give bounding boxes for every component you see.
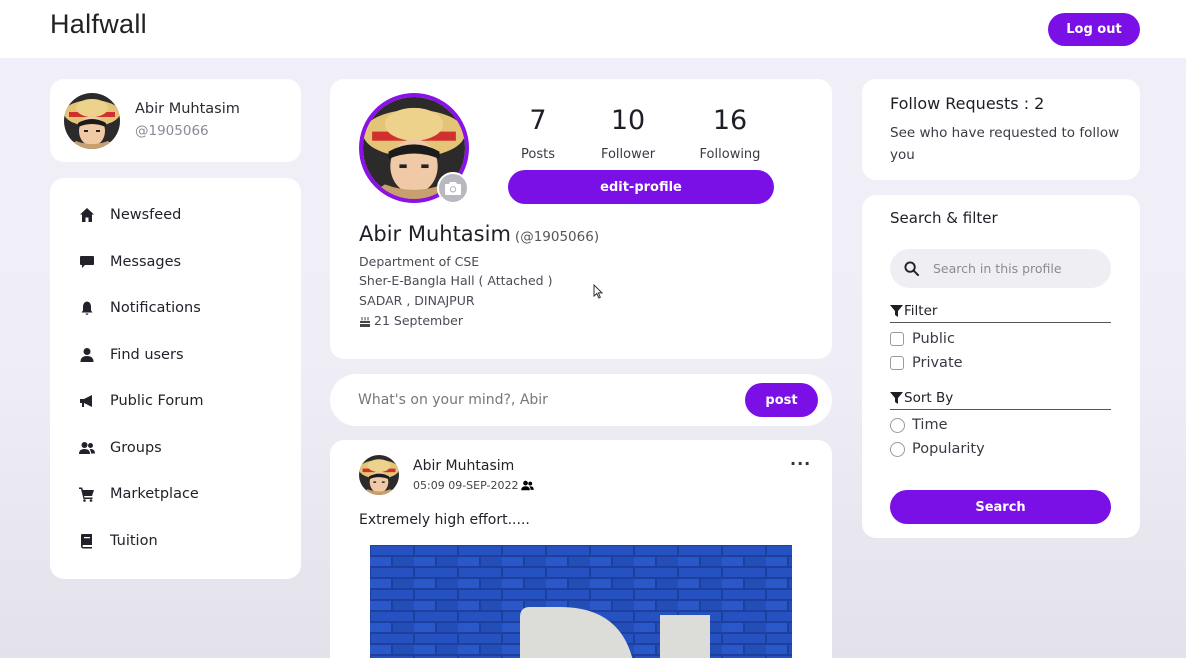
bell-icon: [78, 299, 96, 317]
cart-icon: [78, 485, 96, 503]
camera-icon: [445, 181, 461, 195]
filter-option-private[interactable]: Private: [890, 355, 963, 371]
filter-heading-label: Filter: [904, 303, 938, 319]
post-author[interactable]: Abir Muhtasim: [413, 458, 514, 474]
profile-hall: Sher-E-Bangla Hall ( Attached ): [359, 273, 553, 288]
stat-posts[interactable]: 7 Posts: [493, 105, 583, 162]
stat-value: 16: [712, 105, 748, 136]
sidebar-item-label: Newsfeed: [110, 207, 182, 223]
sidebar-item-newsfeed[interactable]: Newsfeed: [78, 203, 181, 227]
logout-button[interactable]: Log out: [1048, 13, 1140, 46]
post-text: Extremely high effort.....: [359, 512, 530, 528]
filter-heading: Filter: [890, 303, 1111, 323]
sort-option-label: Popularity: [912, 441, 985, 457]
profile-name: Abir Muhtasim (@1905066): [359, 222, 599, 246]
audience-friends-icon: [521, 480, 535, 491]
stat-following[interactable]: 16 Following: [685, 105, 775, 162]
feed-post: Abir Muhtasim 05:09 09-SEP-2022 ··· Extr…: [330, 440, 832, 658]
message-icon: [78, 253, 96, 271]
sidebar-item-notifications[interactable]: Notifications: [78, 296, 201, 320]
sidebar-item-label: Tuition: [110, 533, 158, 549]
sidebar-item-find-users[interactable]: Find users: [78, 343, 184, 367]
cake-icon: [359, 315, 371, 327]
profile-full-name: Abir Muhtasim: [359, 222, 511, 246]
megaphone-icon: [78, 392, 96, 410]
profile-location: SADAR , DINAJPUR: [359, 293, 475, 308]
post-meta: 05:09 09-SEP-2022: [413, 479, 535, 492]
sort-option-popularity[interactable]: Popularity: [890, 441, 985, 457]
post-composer: post: [330, 374, 832, 426]
profile-handle: (@1905066): [514, 229, 600, 245]
sort-heading: Sort By: [890, 390, 1111, 410]
stat-label: Posts: [521, 147, 555, 162]
sort-heading-label: Sort By: [904, 390, 954, 406]
profile-search[interactable]: [890, 249, 1111, 288]
follow-requests-subtitle: See who have requested to follow you: [890, 125, 1120, 163]
profile-card: 7 Posts 10 Follower 16 Following edit-pr…: [330, 79, 832, 359]
user-handle: @1905066: [135, 123, 209, 139]
stat-label: Following: [699, 147, 761, 162]
search-button[interactable]: Search: [890, 490, 1111, 524]
private-checkbox[interactable]: [890, 356, 904, 370]
sidebar-item-label: Messages: [110, 254, 182, 270]
post-button[interactable]: post: [745, 383, 818, 417]
stat-value: 7: [529, 105, 547, 136]
sidebar-item-label: Groups: [110, 440, 162, 456]
post-image[interactable]: [370, 545, 792, 658]
search-filter-card: Search & filter Filter Public Private So…: [862, 195, 1140, 538]
sidebar-item-label: Find users: [110, 347, 184, 363]
stat-value: 10: [610, 105, 646, 136]
birthday-text: 21 September: [374, 313, 463, 328]
sidebar-item-messages[interactable]: Messages: [78, 250, 181, 274]
stat-label: Follower: [600, 147, 656, 162]
user-name[interactable]: Abir Muhtasim: [135, 101, 240, 117]
funnel-icon: [890, 392, 903, 404]
book-icon: [78, 532, 96, 550]
search-filter-title: Search & filter: [890, 209, 998, 227]
follow-requests-card[interactable]: Follow Requests : 2 See who have request…: [862, 79, 1140, 180]
post-author-avatar[interactable]: [359, 455, 399, 495]
sidebar-item-marketplace[interactable]: Marketplace: [78, 482, 199, 506]
popularity-radio[interactable]: [890, 441, 905, 457]
search-icon: [904, 261, 919, 276]
change-photo-button[interactable]: [437, 172, 469, 204]
post-timestamp: 05:09 09-SEP-2022: [413, 479, 519, 492]
users-icon: [78, 439, 96, 457]
follow-requests-title[interactable]: Follow Requests : 2: [890, 94, 1044, 113]
sidebar-item-tuition[interactable]: Tuition: [78, 529, 158, 553]
sidebar-nav: Newsfeed Messages Notifications Find use…: [50, 178, 301, 579]
user-icon: [78, 346, 96, 364]
top-bar: Halfwall Log out: [0, 0, 1186, 58]
mouse-cursor-icon: [593, 283, 604, 303]
sidebar-item-public-forum[interactable]: Public Forum: [78, 389, 204, 413]
profile-birthday: 21 September: [359, 313, 463, 328]
avatar: [64, 93, 120, 149]
sidebar-item-label: Notifications: [110, 300, 201, 316]
sidebar-item-groups[interactable]: Groups: [78, 436, 162, 460]
time-radio[interactable]: [890, 417, 905, 433]
profile-department: Department of CSE: [359, 254, 480, 269]
post-input[interactable]: [358, 388, 738, 412]
public-checkbox[interactable]: [890, 332, 904, 346]
brand-logo[interactable]: Halfwall: [50, 9, 147, 40]
search-input[interactable]: [933, 261, 1093, 276]
post-menu-button[interactable]: ···: [790, 454, 811, 473]
edit-profile-button[interactable]: edit-profile: [508, 170, 774, 204]
sort-option-time[interactable]: Time: [890, 417, 948, 433]
filter-option-public[interactable]: Public: [890, 331, 955, 347]
stat-followers[interactable]: 10 Follower: [583, 105, 673, 162]
filter-option-label: Private: [912, 355, 963, 371]
sort-option-label: Time: [912, 417, 948, 433]
funnel-icon: [890, 305, 903, 317]
sidebar-item-label: Marketplace: [110, 486, 199, 502]
sidebar-item-label: Public Forum: [110, 393, 204, 409]
user-card[interactable]: Abir Muhtasim @1905066: [50, 79, 301, 162]
home-icon: [78, 206, 96, 224]
filter-option-label: Public: [912, 331, 955, 347]
